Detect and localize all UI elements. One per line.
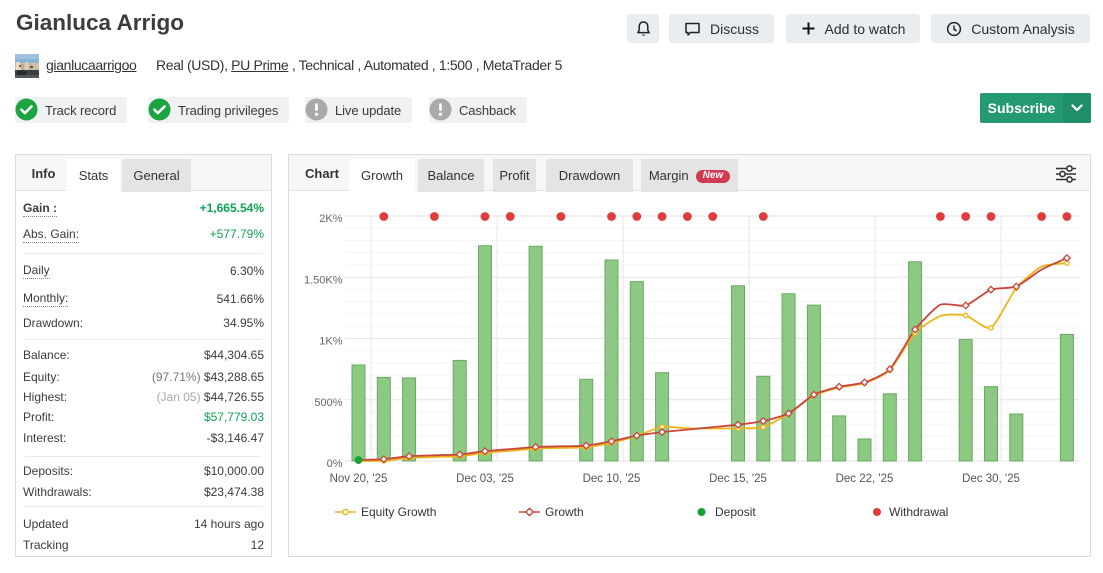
svg-text:500%: 500%: [314, 397, 342, 409]
svg-text:Equity Growth: Equity Growth: [361, 505, 436, 519]
svg-text:0%: 0%: [327, 458, 343, 470]
svg-text:1.50K%: 1.50K%: [304, 274, 343, 286]
svg-text:Dec 15, '25: Dec 15, '25: [709, 473, 767, 485]
svg-text:Dec 22, '25: Dec 22, '25: [836, 473, 894, 485]
svg-text:Dec 03, '25: Dec 03, '25: [456, 473, 514, 485]
svg-text:2K%: 2K%: [319, 213, 342, 225]
svg-text:1K%: 1K%: [319, 336, 342, 348]
svg-text:Nov 20, '25: Nov 20, '25: [330, 473, 388, 485]
svg-text:Dec 10, '25: Dec 10, '25: [583, 473, 641, 485]
svg-text:Growth: Growth: [545, 505, 584, 519]
svg-text:Withdrawal: Withdrawal: [889, 505, 948, 519]
svg-text:Dec 30, '25: Dec 30, '25: [962, 473, 1020, 485]
svg-text:Deposit: Deposit: [715, 505, 756, 519]
